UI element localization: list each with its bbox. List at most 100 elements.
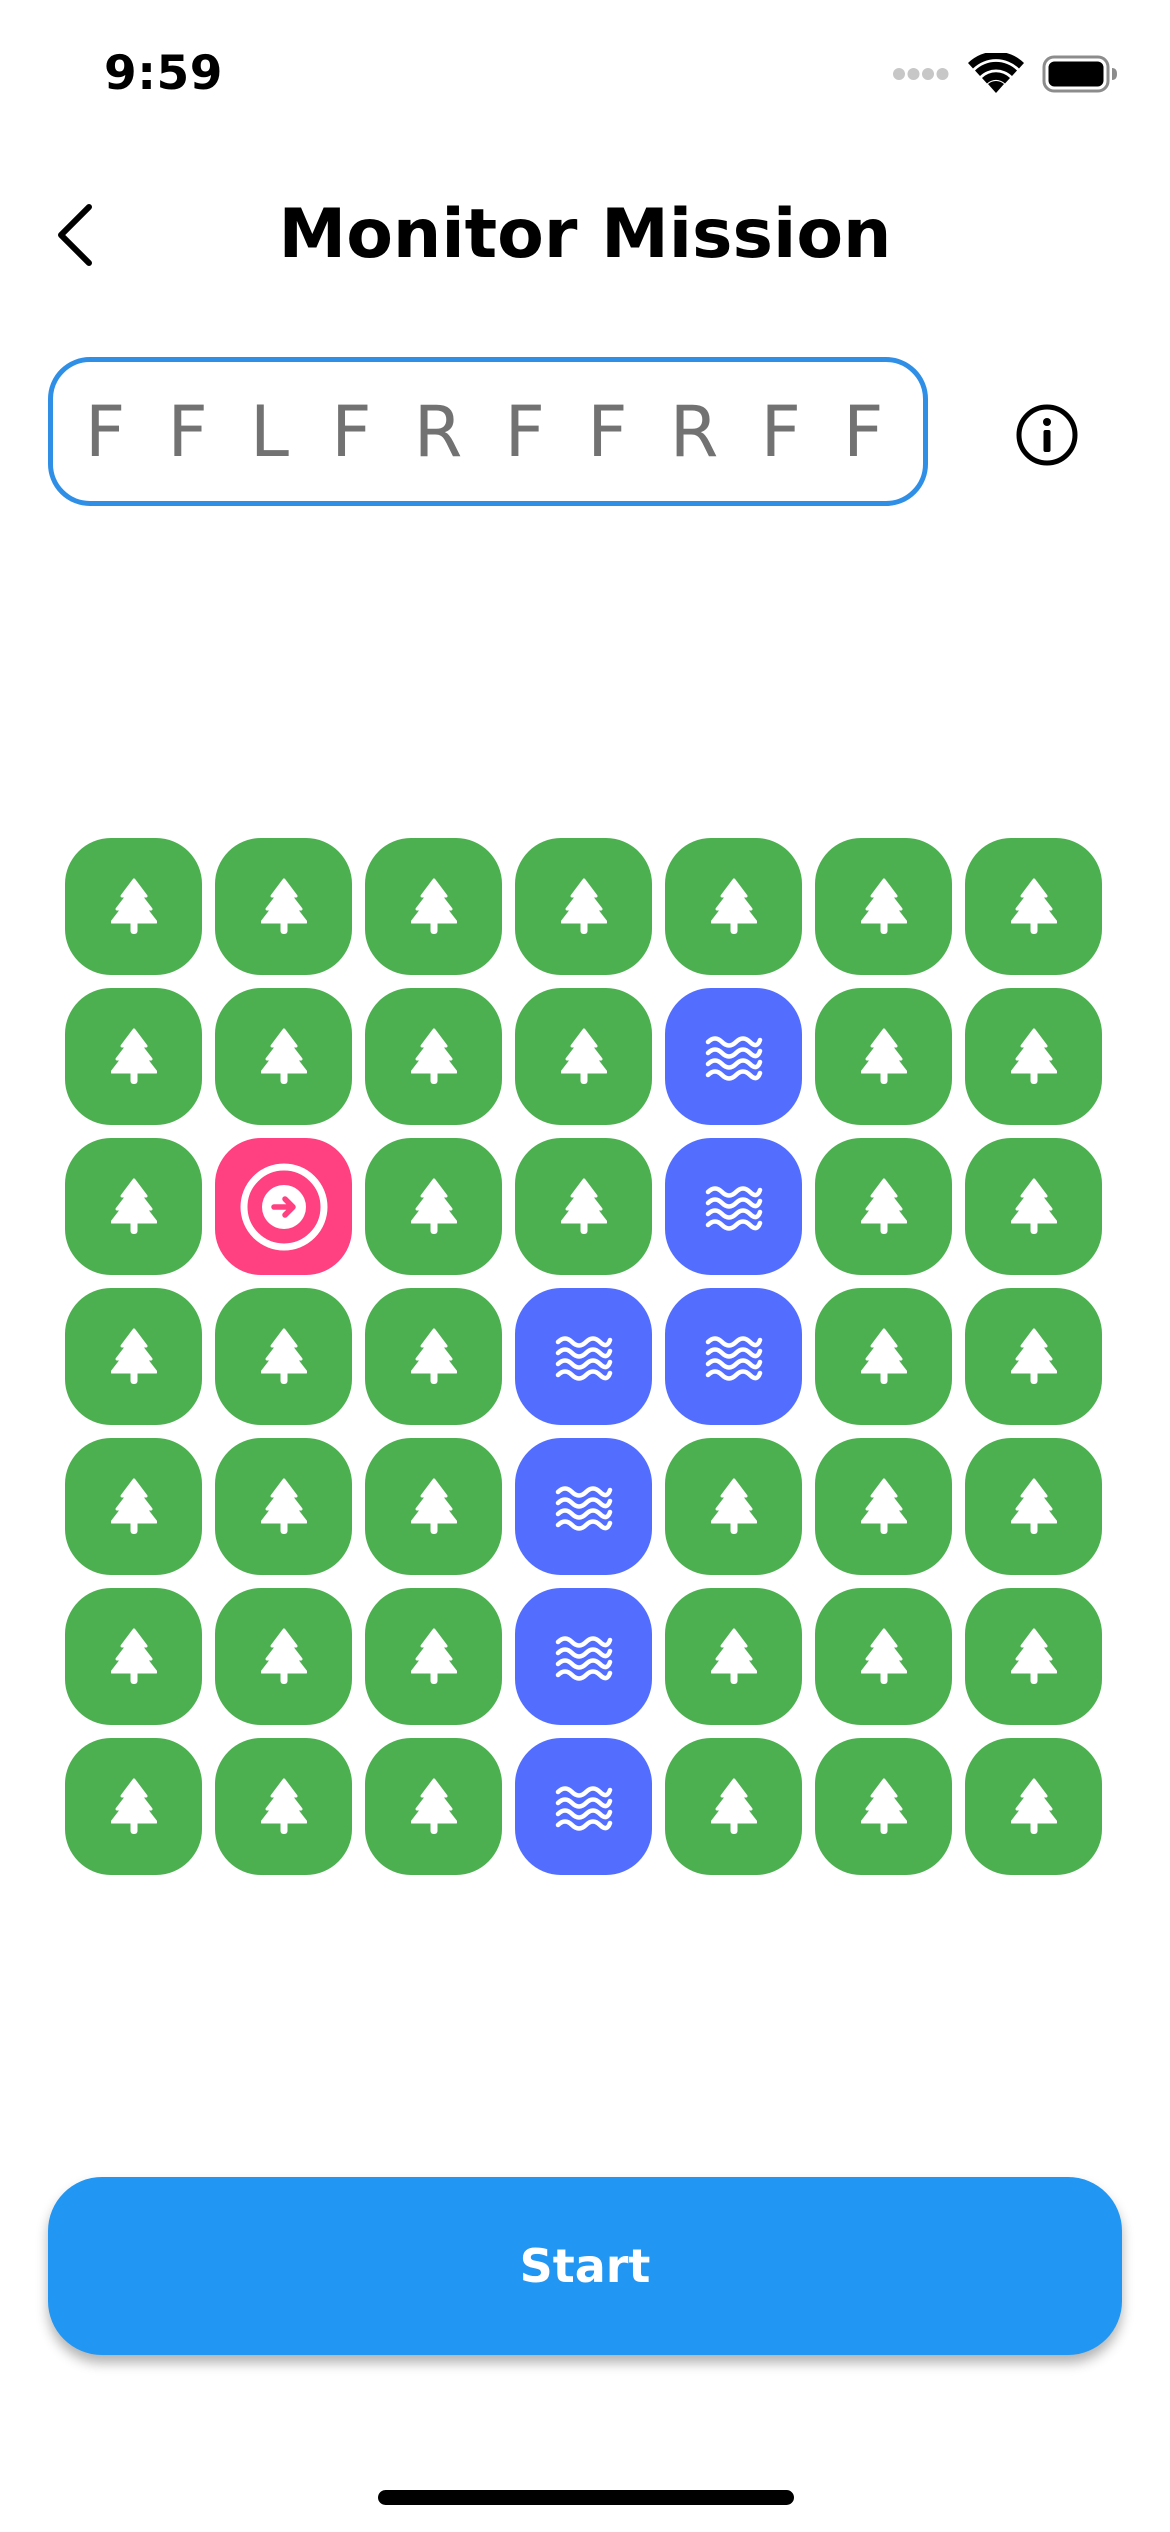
tree-icon — [110, 1628, 157, 1686]
grid-tile-water[interactable] — [515, 1438, 652, 1575]
grid-tile-water[interactable] — [515, 1738, 652, 1875]
tree-icon — [410, 1478, 457, 1536]
tree-icon — [860, 1478, 907, 1536]
grid-tile-rover[interactable] — [215, 1138, 352, 1275]
tree-icon — [110, 1028, 157, 1086]
grid-tile-forest[interactable] — [965, 1738, 1102, 1875]
grid-tile-forest[interactable] — [365, 988, 502, 1125]
command-input-value: F F L F R F F R F F — [85, 390, 886, 473]
tree-icon — [560, 1028, 607, 1086]
grid-tile-forest[interactable] — [815, 1138, 952, 1275]
grid-tile-forest[interactable] — [815, 988, 952, 1125]
tree-icon — [260, 1778, 307, 1836]
tree-icon — [1010, 1178, 1057, 1236]
grid-tile-forest[interactable] — [965, 1588, 1102, 1725]
waves-icon — [705, 1032, 763, 1082]
tree-icon — [260, 878, 307, 936]
tree-icon — [110, 1778, 157, 1836]
status-time: 9:59 — [104, 46, 223, 101]
status-bar: 9:59 — [0, 0, 1170, 140]
start-button[interactable]: Start — [48, 2177, 1122, 2355]
grid-tile-forest[interactable] — [815, 1438, 952, 1575]
grid-tile-forest[interactable] — [965, 1438, 1102, 1575]
tree-icon — [1010, 1328, 1057, 1386]
grid-tile-forest[interactable] — [665, 1588, 802, 1725]
tree-icon — [560, 1178, 607, 1236]
tree-icon — [860, 1628, 907, 1686]
grid-tile-forest[interactable] — [365, 1738, 502, 1875]
grid-tile-water[interactable] — [515, 1588, 652, 1725]
tree-icon — [1010, 1778, 1057, 1836]
tree-icon — [1010, 1628, 1057, 1686]
grid-tile-forest[interactable] — [815, 1288, 952, 1425]
grid-tile-forest[interactable] — [215, 1738, 352, 1875]
tree-icon — [710, 878, 757, 936]
grid-tile-forest[interactable] — [65, 1138, 202, 1275]
grid-tile-water[interactable] — [665, 1138, 802, 1275]
grid-tile-forest[interactable] — [815, 1588, 952, 1725]
grid-tile-water[interactable] — [665, 1288, 802, 1425]
home-indicator — [378, 2490, 794, 2505]
grid-tile-forest[interactable] — [65, 988, 202, 1125]
grid-tile-forest[interactable] — [965, 838, 1102, 975]
grid-tile-forest[interactable] — [215, 838, 352, 975]
tree-icon — [260, 1028, 307, 1086]
cellular-signal-icon — [893, 68, 949, 80]
grid-tile-forest[interactable] — [65, 1288, 202, 1425]
grid-tile-forest[interactable] — [215, 1288, 352, 1425]
grid-tile-forest[interactable] — [665, 1438, 802, 1575]
tree-icon — [860, 1028, 907, 1086]
battery-icon — [1042, 55, 1117, 93]
grid-tile-forest[interactable] — [365, 1138, 502, 1275]
tree-icon — [860, 878, 907, 936]
tree-icon — [1010, 1478, 1057, 1536]
tree-icon — [110, 1478, 157, 1536]
grid-tile-forest[interactable] — [515, 988, 652, 1125]
tree-icon — [260, 1628, 307, 1686]
tree-icon — [110, 1328, 157, 1386]
tree-icon — [410, 878, 457, 936]
grid-tile-forest[interactable] — [665, 838, 802, 975]
tree-icon — [860, 1178, 907, 1236]
grid-tile-forest[interactable] — [515, 1138, 652, 1275]
grid-tile-forest[interactable] — [65, 1588, 202, 1725]
grid-tile-forest[interactable] — [365, 1438, 502, 1575]
grid-tile-forest[interactable] — [215, 1438, 352, 1575]
grid-tile-forest[interactable] — [65, 1438, 202, 1575]
grid-tile-forest[interactable] — [815, 838, 952, 975]
grid-tile-forest[interactable] — [665, 1738, 802, 1875]
tree-icon — [260, 1328, 307, 1386]
grid-tile-forest[interactable] — [65, 838, 202, 975]
tree-icon — [260, 1478, 307, 1536]
tree-icon — [710, 1628, 757, 1686]
tree-icon — [560, 878, 607, 936]
grid-tile-forest[interactable] — [965, 1288, 1102, 1425]
tree-icon — [110, 878, 157, 936]
wifi-icon — [968, 53, 1024, 93]
command-input[interactable]: F F L F R F F R F F — [48, 357, 928, 506]
info-icon — [1016, 404, 1078, 466]
waves-icon — [555, 1482, 613, 1532]
grid-tile-forest[interactable] — [515, 838, 652, 975]
tree-icon — [410, 1628, 457, 1686]
grid-tile-forest[interactable] — [365, 838, 502, 975]
tree-icon — [710, 1778, 757, 1836]
grid-tile-forest[interactable] — [365, 1588, 502, 1725]
grid-tile-water[interactable] — [665, 988, 802, 1125]
grid-tile-forest[interactable] — [215, 988, 352, 1125]
waves-icon — [555, 1782, 613, 1832]
grid-tile-forest[interactable] — [365, 1288, 502, 1425]
grid-tile-water[interactable] — [515, 1288, 652, 1425]
grid-tile-forest[interactable] — [965, 1138, 1102, 1275]
tree-icon — [1010, 1028, 1057, 1086]
waves-icon — [555, 1632, 613, 1682]
grid-tile-forest[interactable] — [215, 1588, 352, 1725]
waves-icon — [705, 1332, 763, 1382]
info-button[interactable] — [1015, 403, 1079, 467]
grid-tile-forest[interactable] — [65, 1738, 202, 1875]
tree-icon — [410, 1028, 457, 1086]
grid-tile-forest[interactable] — [815, 1738, 952, 1875]
tree-icon — [110, 1178, 157, 1236]
grid-tile-forest[interactable] — [965, 988, 1102, 1125]
tree-icon — [710, 1478, 757, 1536]
